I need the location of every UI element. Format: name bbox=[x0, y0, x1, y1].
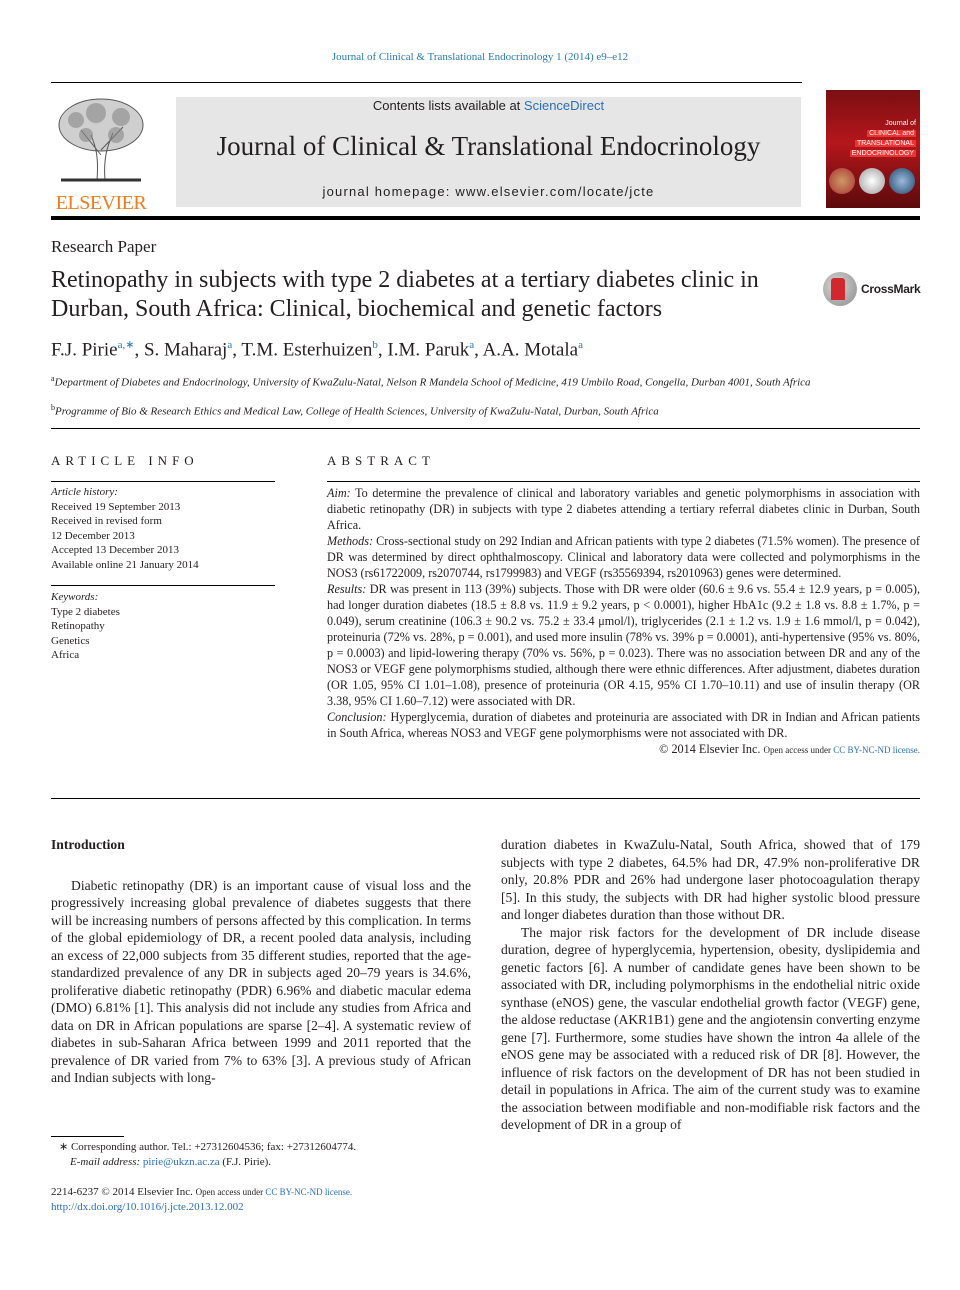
copyright-text: © 2014 Elsevier Inc. bbox=[659, 742, 761, 756]
journal-name: Journal of Clinical & Translational Endo… bbox=[216, 131, 761, 161]
author-separator: , bbox=[134, 339, 144, 361]
abstract-aim: Aim: To determine the prevalence of clin… bbox=[327, 485, 920, 533]
cover-image-circle bbox=[859, 168, 885, 194]
cover-image-circle bbox=[889, 168, 915, 194]
issn-line: 2214-6237 © 2014 Elsevier Inc. Open acce… bbox=[51, 1185, 481, 1200]
keyword: Type 2 diabetes bbox=[51, 605, 120, 618]
introduction-heading: Introduction bbox=[51, 837, 125, 852]
section-rule bbox=[51, 428, 920, 429]
conclusion-text: Hyperglycemia, duration of diabetes and … bbox=[327, 710, 921, 740]
cover-line: ENDOCRINOLOGY bbox=[849, 150, 916, 157]
footnote-rule bbox=[51, 1136, 124, 1137]
elsevier-logo[interactable]: ELSEVIER bbox=[51, 95, 151, 214]
open-access-text: Open access under bbox=[195, 1187, 266, 1197]
open-access-text: Open access under bbox=[763, 745, 834, 755]
issn-block: 2214-6237 © 2014 Elsevier Inc. Open acce… bbox=[51, 1185, 481, 1215]
abstract-methods: Methods: Cross-sectional study on 292 In… bbox=[327, 533, 920, 581]
crossmark-label: CrossMark bbox=[861, 282, 921, 296]
affiliation: aDepartment of Diabetes and Endocrinolog… bbox=[51, 372, 811, 390]
journal-banner: Contents lists available at ScienceDirec… bbox=[176, 97, 801, 207]
author-separator: , bbox=[232, 339, 242, 361]
abstract-body: Aim: To determine the prevalence of clin… bbox=[327, 485, 920, 758]
affiliation: bProgramme of Bio & Research Ethics and … bbox=[51, 401, 811, 419]
results-label: Results: bbox=[327, 582, 367, 596]
contents-line: Contents lists available at ScienceDirec… bbox=[176, 98, 801, 113]
cover-image-circle bbox=[829, 168, 855, 194]
author-name: I.M. Paruk bbox=[387, 339, 470, 361]
elsevier-wordmark: ELSEVIER bbox=[55, 192, 147, 214]
author-affiliation-link[interactable]: a bbox=[578, 339, 583, 351]
history-item: Received 19 September 2013 bbox=[51, 500, 181, 513]
keywords-rule bbox=[51, 585, 275, 586]
aim-label: Aim: bbox=[327, 486, 351, 500]
issn-text: 2214-6237 © 2014 Elsevier Inc. bbox=[51, 1186, 196, 1198]
crossmark-button[interactable]: CrossMark bbox=[823, 272, 921, 306]
affiliation-text: Department of Diabetes and Endocrinology… bbox=[54, 376, 811, 389]
email-suffix: (F.J. Pirie). bbox=[219, 1155, 271, 1168]
elsevier-tree-icon bbox=[51, 95, 151, 185]
header-rule bbox=[51, 82, 802, 83]
header-thick-rule bbox=[51, 216, 920, 220]
keywords: Keywords: Type 2 diabetes Retinopathy Ge… bbox=[51, 590, 275, 663]
history-item: Received in revised form bbox=[51, 515, 162, 527]
article-info-heading: ARTICLE INFO bbox=[51, 453, 199, 468]
doi-link[interactable]: http://dx.doi.org/10.1016/j.jcte.2013.12… bbox=[51, 1200, 481, 1215]
article-type: Research Paper bbox=[51, 237, 157, 256]
history-item: Accepted 13 December 2013 bbox=[51, 544, 179, 556]
body-paragraph: duration diabetes in KwaZulu-Natal, Sout… bbox=[501, 837, 920, 922]
article-info-rule bbox=[51, 481, 275, 482]
abstract-copyright: © 2014 Elsevier Inc. Open access under C… bbox=[327, 741, 920, 758]
journal-cover-thumbnail[interactable]: Journal of CLINICAL and TRANSLATIONAL EN… bbox=[826, 90, 920, 208]
body-right-column: duration diabetes in KwaZulu-Natal, Sout… bbox=[501, 836, 920, 1134]
author-name: S. Maharaj bbox=[143, 339, 228, 361]
abstract-rule bbox=[327, 481, 920, 482]
affiliation-text: Programme of Bio & Research Ethics and M… bbox=[55, 405, 659, 418]
cover-line: TRANSLATIONAL bbox=[854, 140, 916, 147]
author-separator: , bbox=[474, 339, 483, 361]
history-item: 12 December 2013 bbox=[51, 529, 135, 542]
keyword: Africa bbox=[51, 649, 80, 661]
results-text: DR was present in 113 (39%) subjects. Th… bbox=[327, 582, 920, 708]
license-link[interactable]: CC BY-NC-ND license. bbox=[833, 745, 920, 755]
abstract-bottom-rule bbox=[51, 798, 920, 799]
body-paragraph: Diabetic retinopathy (DR) is an importan… bbox=[51, 877, 471, 1086]
author-name: A.A. Motala bbox=[482, 339, 579, 361]
crossmark-icon bbox=[823, 272, 857, 306]
email-label: E-mail address: bbox=[70, 1155, 143, 1168]
methods-label: Methods: bbox=[327, 534, 374, 548]
author-list: F.J. Piriea,∗, S. Maharaj a, T.M. Esterhu… bbox=[51, 338, 583, 361]
author-separator: , bbox=[377, 339, 388, 361]
keyword: Genetics bbox=[51, 634, 90, 647]
article-history: Article history: Received 19 September 2… bbox=[51, 485, 275, 572]
body-left-column: Introduction Diabetic retinopathy (DR) i… bbox=[51, 836, 471, 1087]
author-name: F.J. Pirie bbox=[51, 339, 118, 361]
keywords-label: Keywords: bbox=[51, 591, 99, 603]
corresponding-author-footnote: ∗ Corresponding author. Tel.: +273126045… bbox=[51, 1140, 489, 1169]
sciencedirect-link[interactable]: ScienceDirect bbox=[524, 98, 604, 113]
cover-line: Journal of bbox=[885, 120, 916, 127]
abstract-results: Results: DR was present in 113 (39%) sub… bbox=[327, 581, 920, 709]
abstract-heading: ABSTRACT bbox=[327, 453, 435, 468]
author-name: T.M. Esterhuizen bbox=[241, 339, 373, 361]
article-history-label: Article history: bbox=[51, 486, 118, 498]
running-head[interactable]: Journal of Clinical & Translational Endo… bbox=[0, 51, 960, 63]
abstract-conclusion: Conclusion: Hyperglycemia, duration of d… bbox=[327, 709, 920, 741]
conclusion-label: Conclusion: bbox=[327, 710, 387, 724]
cover-line: CLINICAL and bbox=[867, 130, 916, 137]
body-paragraph: The major risk factors for the developme… bbox=[501, 924, 920, 1133]
keyword: Retinopathy bbox=[51, 620, 105, 632]
corresponding-text: ∗ Corresponding author. Tel.: +273126045… bbox=[59, 1141, 357, 1153]
aim-text: To determine the prevalence of clinical … bbox=[327, 486, 921, 532]
email-link[interactable]: pirie@ukzn.ac.za bbox=[143, 1156, 220, 1168]
email-line: E-mail address: pirie@ukzn.ac.za (F.J. P… bbox=[59, 1155, 489, 1170]
journal-homepage[interactable]: journal homepage: www.elsevier.com/locat… bbox=[176, 184, 801, 199]
author-affiliation-link[interactable]: a,∗ bbox=[118, 339, 135, 351]
article-title: Retinopathy in subjects with type 2 diab… bbox=[51, 267, 759, 322]
history-item: Available online 21 January 2014 bbox=[51, 558, 199, 571]
license-link[interactable]: CC BY-NC-ND license. bbox=[265, 1187, 352, 1197]
contents-prefix: Contents lists available at bbox=[372, 98, 524, 113]
methods-text: Cross-sectional study on 292 Indian and … bbox=[327, 534, 920, 580]
